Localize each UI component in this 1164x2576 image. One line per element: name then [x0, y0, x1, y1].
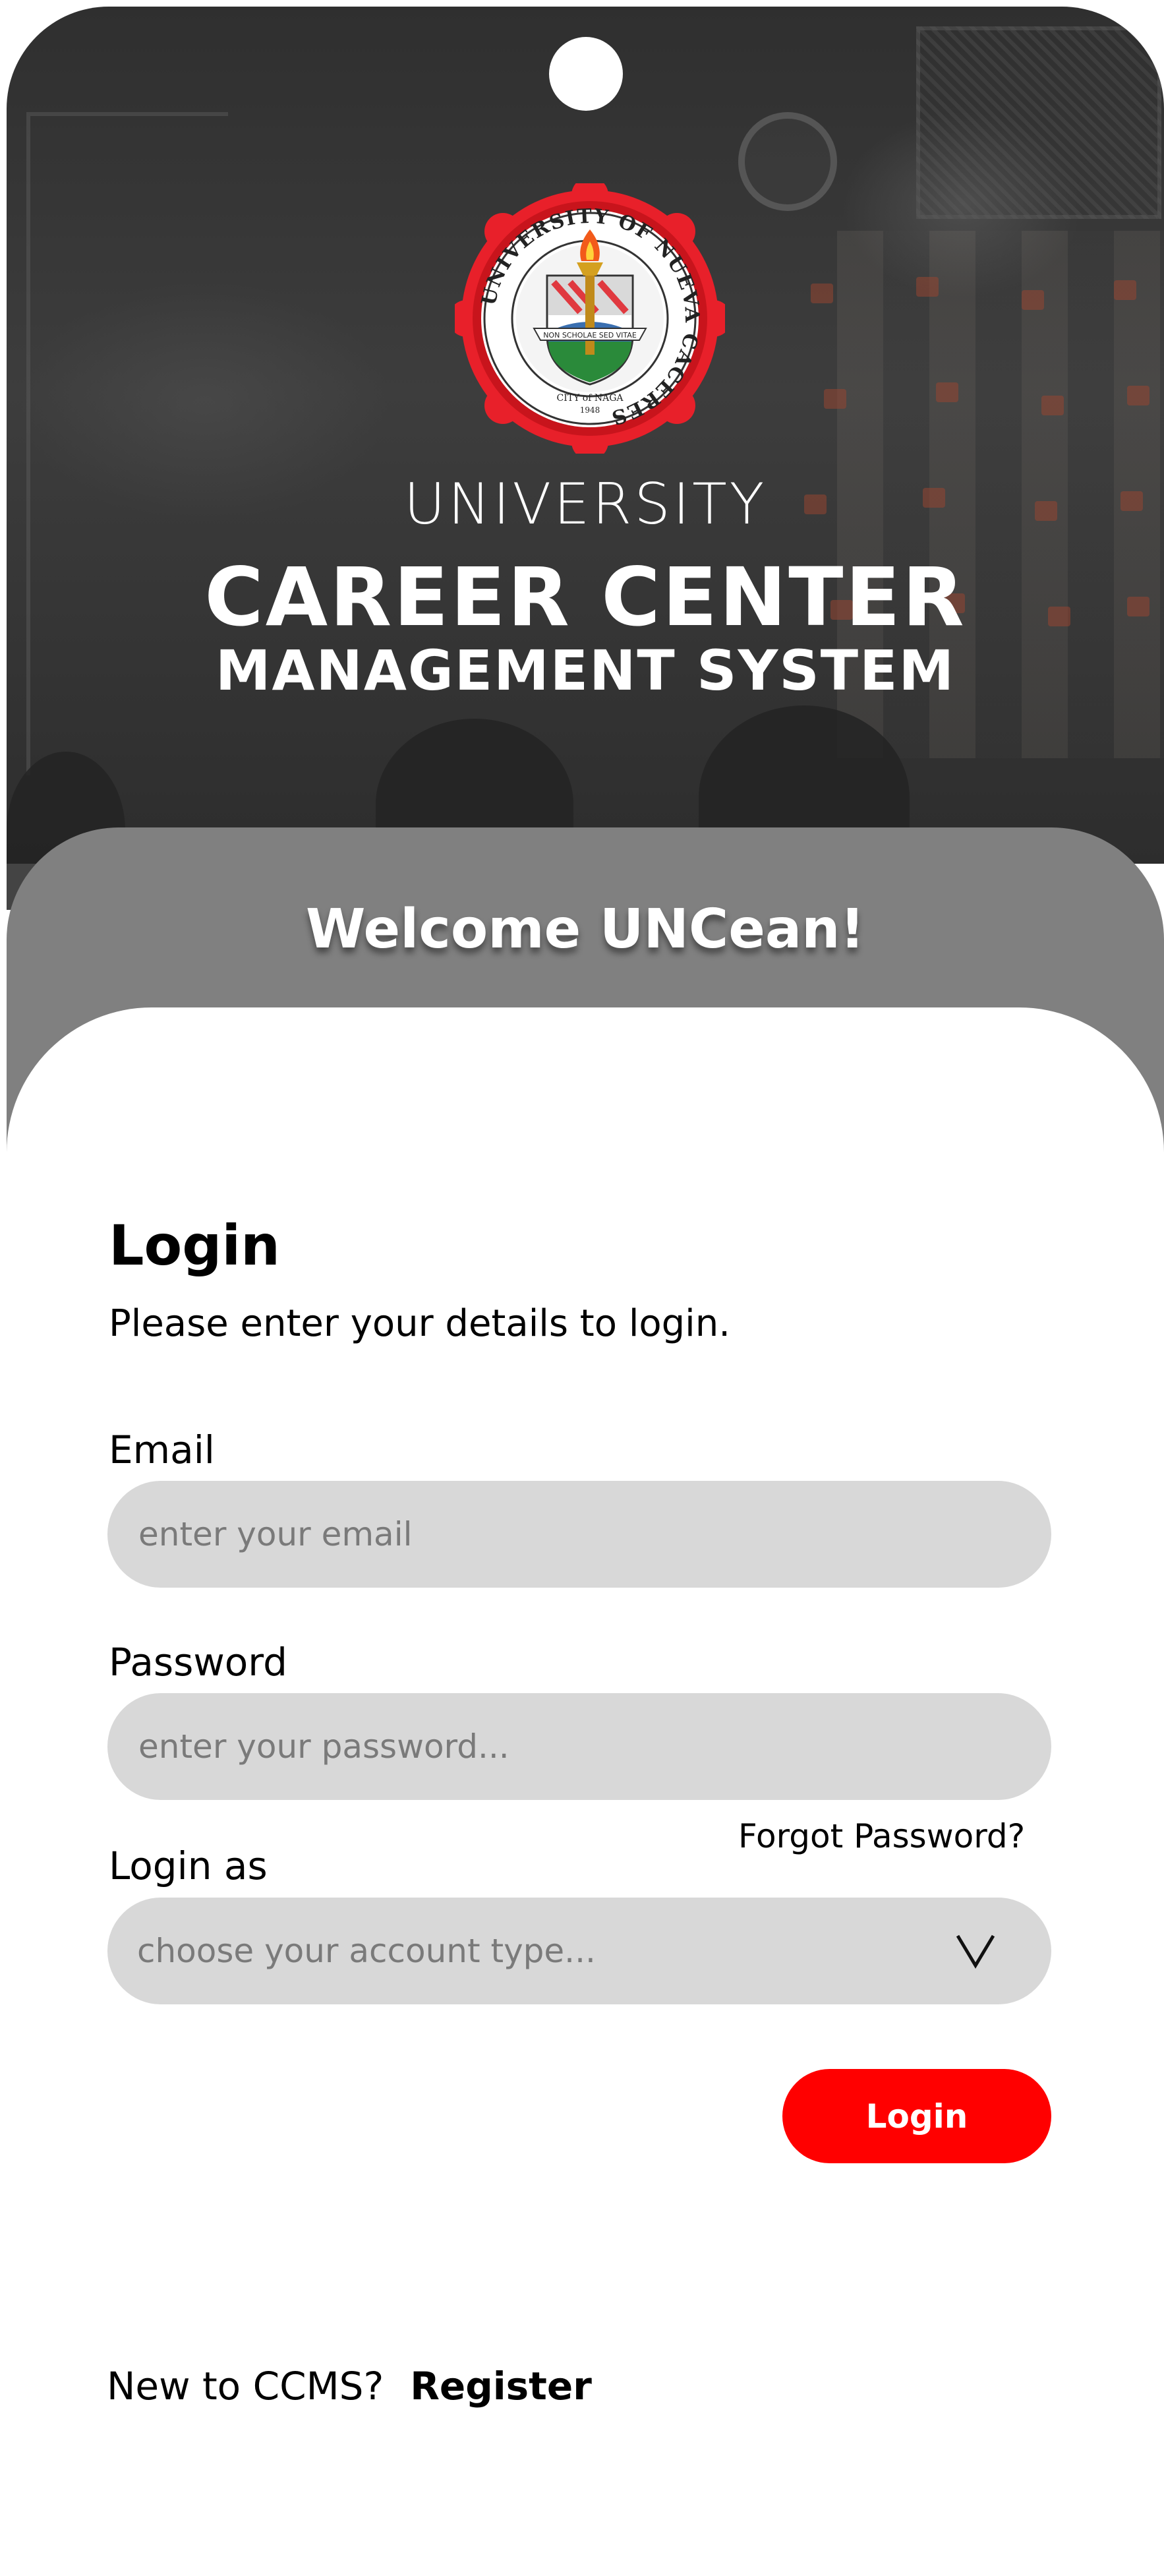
- register-prompt-text: New to CCMS?: [107, 2364, 384, 2409]
- chevron-down-icon[interactable]: [952, 1923, 999, 1975]
- seal-year: 1948: [580, 405, 600, 415]
- university-seal-logo: UNIVERSITY OF NUEVA CACERES NON SCHOLAE …: [455, 183, 725, 454]
- password-field-container: [107, 1693, 1051, 1800]
- welcome-message: Welcome UNCean!: [306, 898, 865, 961]
- login-subtitle: Please enter your details to login.: [109, 1302, 731, 1345]
- register-prompt: New to CCMS? Register: [107, 2364, 592, 2409]
- login-button[interactable]: Login: [782, 2069, 1051, 2163]
- hero-title-career-center: CAREER CENTER: [204, 551, 966, 644]
- forgot-password-link[interactable]: Forgot Password?: [738, 1817, 1025, 1855]
- seal-city: CITY of NAGA: [557, 393, 624, 404]
- register-link[interactable]: Register: [410, 2364, 592, 2409]
- account-type-select[interactable]: choose your account type...: [107, 1898, 1051, 2004]
- email-label: Email: [109, 1427, 215, 1472]
- background-window: [916, 26, 1161, 219]
- login-as-label: Login as: [109, 1843, 268, 1888]
- hero-title-university: UNIVERSITY: [403, 471, 767, 537]
- email-field-container: [107, 1481, 1051, 1588]
- email-field[interactable]: [137, 1514, 1051, 1554]
- password-label: Password: [109, 1640, 287, 1685]
- account-type-placeholder: choose your account type...: [137, 1932, 596, 1970]
- hero-background: UNIVERSITY OF NUEVA CACERES NON SCHOLAE …: [7, 7, 1164, 910]
- password-field[interactable]: [137, 1727, 1051, 1766]
- camera-cutout: [549, 37, 623, 111]
- hero-title-management-system: MANAGEMENT SYSTEM: [215, 638, 956, 703]
- login-screen: UNIVERSITY OF NUEVA CACERES NON SCHOLAE …: [7, 7, 1164, 2576]
- seal-motto: NON SCHOLAE SED VITAE: [543, 331, 637, 340]
- login-heading: Login: [109, 1213, 280, 1278]
- background-clock: [738, 112, 837, 211]
